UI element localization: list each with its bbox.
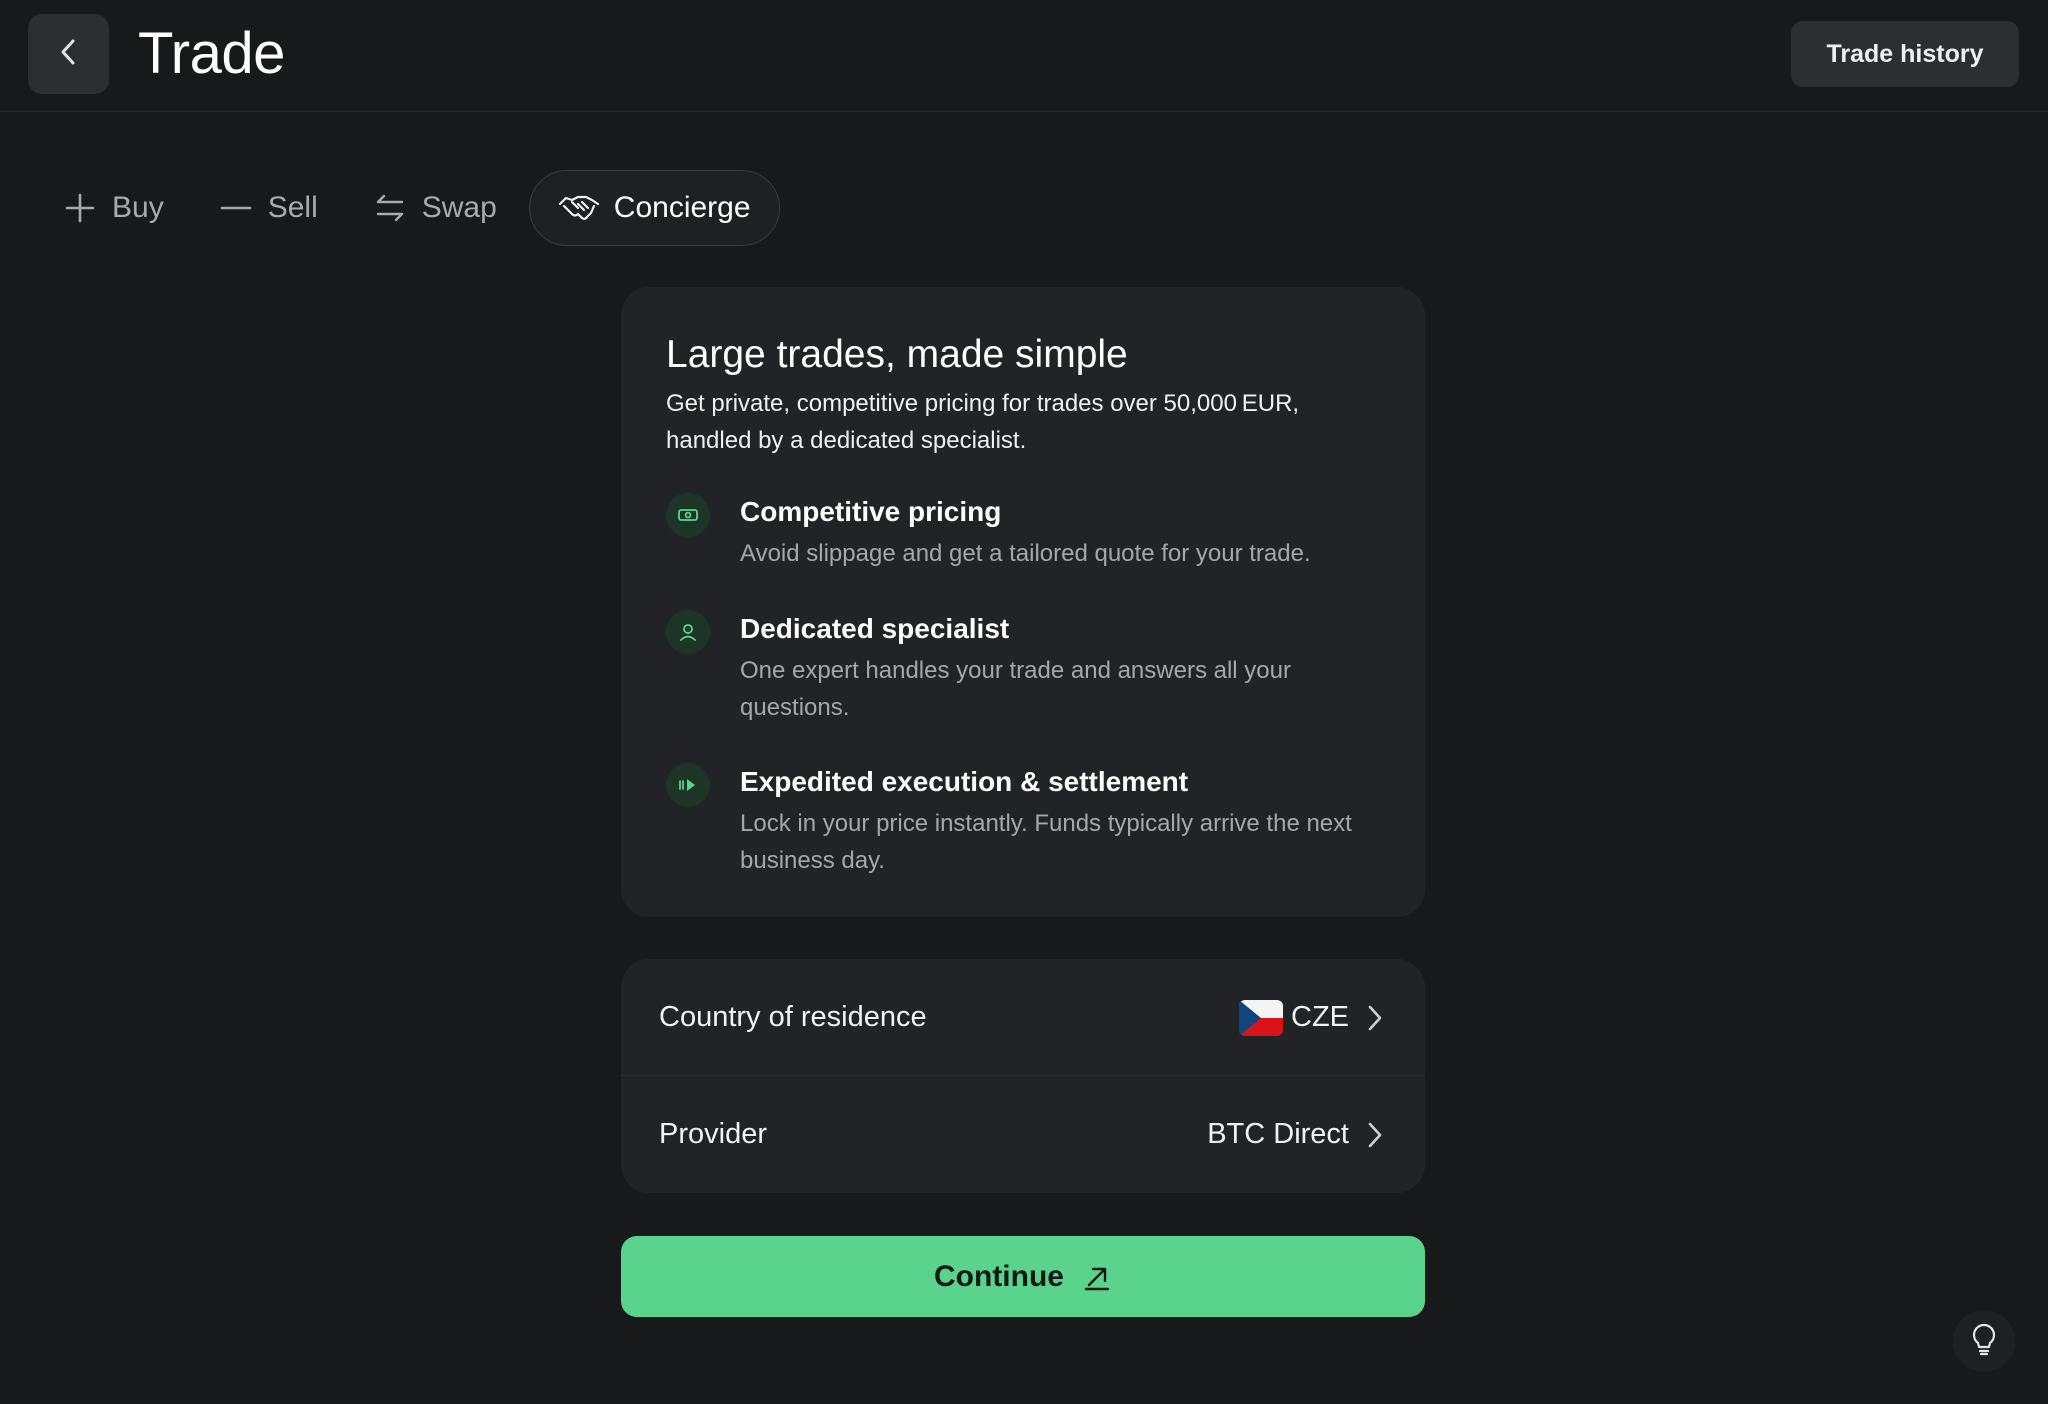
tab-buy[interactable]: Buy (40, 170, 186, 246)
provider-label: Provider (659, 1118, 767, 1150)
tab-swap[interactable]: Swap (350, 170, 519, 246)
back-button[interactable] (28, 14, 109, 94)
tab-sell-label: Sell (267, 191, 318, 224)
chevron-right-icon (1363, 1120, 1387, 1150)
feature-description: Avoid slippage and get a tailored quote … (740, 540, 1311, 567)
chevron-left-icon (56, 37, 82, 72)
header: Trade Trade history (0, 0, 2048, 112)
tab-concierge-label: Concierge (613, 191, 751, 224)
tab-swap-label: Swap (421, 191, 497, 224)
feature-description: Lock in your price instantly. Funds typi… (740, 810, 1352, 874)
country-label: Country of residence (659, 1001, 927, 1033)
feature-title: Expedited execution & settlement (740, 766, 1189, 797)
settings-card: Country of residence CZE Provider BTC Di… (621, 959, 1425, 1193)
minus-icon (218, 190, 254, 226)
provider-value: BTC Direct (1207, 1118, 1349, 1150)
tab-buy-label: Buy (112, 191, 164, 224)
continue-button[interactable]: Continue (621, 1236, 1425, 1317)
plus-icon (62, 190, 98, 226)
banknote-icon (666, 493, 710, 537)
handshake-icon (558, 190, 600, 226)
tab-sell[interactable]: Sell (196, 170, 340, 246)
lightbulb-icon (1969, 1322, 1999, 1361)
feature-title: Dedicated specialist (740, 613, 1010, 644)
country-of-residence-row[interactable]: Country of residence CZE (621, 959, 1425, 1076)
chevron-right-icon (1363, 1003, 1387, 1033)
trade-tabs: Buy Sell Swap Concierge (40, 170, 790, 246)
country-value: CZE (1291, 1001, 1349, 1033)
tips-button[interactable] (1953, 1310, 2015, 1372)
swap-arrows-icon (372, 190, 408, 226)
country-value-group: CZE (1239, 959, 1387, 1076)
provider-value-group: BTC Direct (1207, 1076, 1387, 1193)
continue-label: Continue (934, 1259, 1064, 1293)
card-subtitle: Get private, competitive pricing for tra… (666, 390, 1300, 454)
concierge-info-card: Large trades, made simple Get private, c… (621, 287, 1425, 917)
person-icon (666, 610, 710, 654)
external-link-arrow-icon (1082, 1262, 1112, 1292)
trade-history-button[interactable]: Trade history (1791, 21, 2019, 87)
page-title: Trade (138, 21, 285, 86)
fast-forward-icon (666, 763, 710, 807)
tab-concierge[interactable]: Concierge (528, 170, 780, 246)
card-title: Large trades, made simple (666, 333, 1128, 376)
czech-flag-icon (1239, 999, 1283, 1036)
provider-row[interactable]: Provider BTC Direct (621, 1076, 1425, 1193)
feature-title: Competitive pricing (740, 496, 1002, 527)
feature-description: One expert handles your trade and answer… (740, 657, 1291, 721)
